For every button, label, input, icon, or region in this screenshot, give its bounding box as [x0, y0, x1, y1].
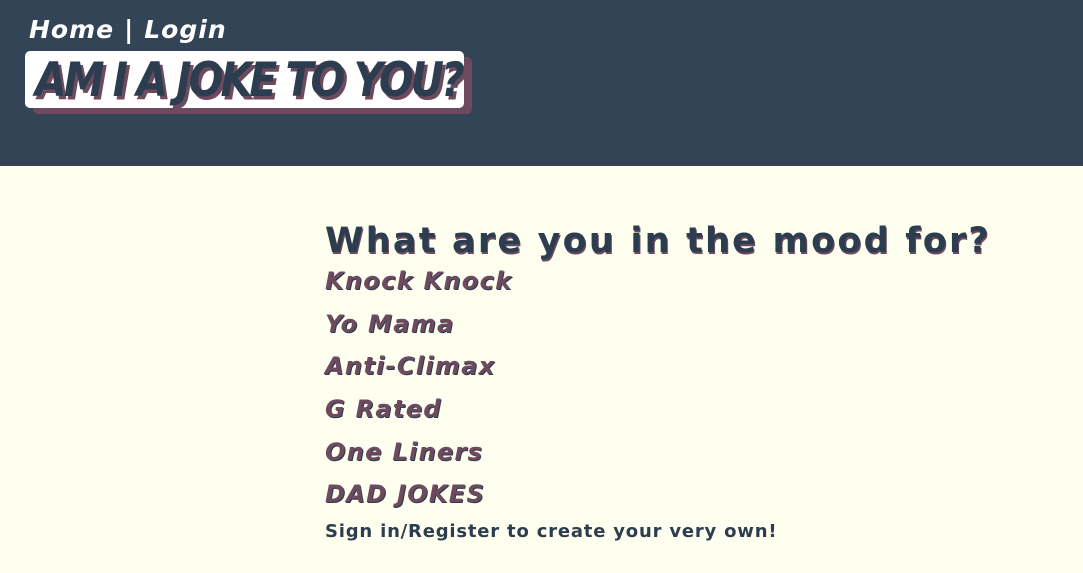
- nav-separator: |: [124, 14, 135, 44]
- site-title: AM I A JOKE TO YOU?: [35, 51, 465, 108]
- list-item: Knock Knock: [325, 260, 1065, 303]
- list-item: One Liners: [325, 430, 1065, 473]
- category-link-yo-mama[interactable]: Yo Mama: [325, 310, 455, 338]
- list-item: Yo Mama: [325, 303, 1065, 346]
- category-link-one-liners[interactable]: One Liners: [325, 438, 483, 466]
- top-nav: Home | Login: [29, 12, 227, 46]
- nav-login-link[interactable]: Login: [144, 15, 226, 44]
- joke-category-list: Knock Knock Yo Mama Anti-Climax G Rated …: [325, 260, 1065, 516]
- list-item: DAD JOKES: [325, 473, 1065, 516]
- site-logo[interactable]: AM I A JOKE TO YOU?: [25, 51, 472, 114]
- main-content: What are you in the mood for? Knock Knoc…: [325, 216, 1065, 542]
- signin-note: Sign in/Register to create your very own…: [325, 520, 778, 542]
- category-link-anti-climax[interactable]: Anti-Climax: [325, 352, 495, 380]
- category-link-dad-jokes[interactable]: DAD JOKES: [325, 480, 485, 508]
- category-link-knock-knock[interactable]: Knock Knock: [325, 267, 512, 295]
- mood-heading: What are you in the mood for?: [325, 221, 991, 261]
- list-item: Anti-Climax: [325, 345, 1065, 388]
- site-header: Home | Login AM I A JOKE TO YOU?: [0, 0, 1083, 166]
- logo-badge[interactable]: AM I A JOKE TO YOU?: [25, 51, 465, 108]
- nav-home-link[interactable]: Home: [29, 15, 114, 44]
- list-item: G Rated: [325, 388, 1065, 431]
- category-link-g-rated[interactable]: G Rated: [325, 395, 442, 423]
